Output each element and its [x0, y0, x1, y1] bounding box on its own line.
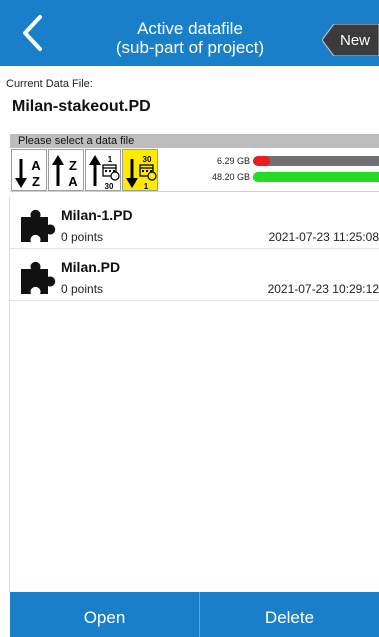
date-desc-bottom: 1: [144, 182, 149, 191]
date-asc-bottom: 30: [105, 182, 114, 191]
sort-name-ascending-button[interactable]: A Z: [11, 149, 47, 191]
back-button[interactable]: [14, 14, 52, 52]
storage-bar-fill: [253, 156, 270, 166]
current-file-label: Current Data File:: [6, 78, 93, 90]
chevron-left-icon: [23, 15, 42, 51]
file-name: Milan.PD: [61, 259, 121, 275]
sort-z-a-icon: Z A: [52, 155, 78, 189]
puzzle-icon: [21, 261, 56, 294]
file-date: 2021-07-23 11:25:08: [268, 230, 379, 244]
date-asc-top: 1: [108, 155, 113, 164]
page-title: Active datafile (sub-part of project): [70, 19, 310, 57]
sort-date-1-30-icon: 1 30: [89, 155, 120, 191]
file-name: Milan-1.PD: [61, 207, 133, 223]
sort-date-30-1-icon: 30 1: [126, 155, 157, 191]
file-list: Milan-1.PD 0 points 2021-07-23 11:25:08 …: [10, 197, 379, 301]
delete-button[interactable]: Delete: [200, 592, 379, 637]
puzzle-icon: [21, 209, 56, 242]
app-header: Active datafile (sub-part of project) Ne…: [0, 0, 379, 66]
file-date: 2021-07-23 10:29:12: [267, 282, 379, 296]
storage-value: 6.29 GB: [216, 156, 250, 166]
sort-z-a-bottom: A: [68, 174, 78, 189]
title-line-1: Active datafile: [137, 19, 243, 38]
storage-bar-fill: [253, 172, 379, 182]
sort-name-descending-button[interactable]: Z A: [48, 149, 84, 191]
current-file-name: Milan-stakeout.PD: [12, 98, 151, 115]
sort-date-ascending-button[interactable]: 1 30: [85, 149, 121, 191]
action-bar: Open Delete: [10, 592, 379, 637]
title-line-2: (sub-part of project): [115, 38, 265, 57]
date-desc-top: 30: [143, 155, 152, 164]
storage-row-internal: 6.29 GB: [200, 154, 379, 168]
storage-bar: [253, 156, 379, 166]
storage-bar: [253, 172, 379, 182]
open-button[interactable]: Open: [10, 592, 199, 637]
storage-row-external: 48.20 GB: [200, 170, 379, 184]
file-points: 0 points: [61, 282, 104, 296]
select-file-prompt: Please select a data file: [10, 134, 379, 148]
list-item[interactable]: Milan-1.PD 0 points 2021-07-23 11:25:08: [10, 197, 379, 249]
new-button[interactable]: New: [322, 24, 379, 56]
list-item[interactable]: Milan.PD 0 points 2021-07-23 10:29:12: [10, 249, 379, 301]
sort-a-z-bottom: Z: [32, 174, 40, 189]
new-button-label: New: [340, 32, 371, 49]
storage-value: 48.20 GB: [211, 172, 250, 182]
file-points: 0 points: [61, 230, 104, 244]
sort-a-z-top: A: [31, 158, 41, 173]
sort-a-z-icon: A Z: [15, 158, 41, 189]
sort-toolbar: A Z Z A 1 30 30 1 6.29 GB 48.20 GB: [10, 148, 379, 192]
sort-z-a-top: Z: [69, 158, 77, 173]
sort-date-descending-button[interactable]: 30 1: [122, 149, 158, 191]
